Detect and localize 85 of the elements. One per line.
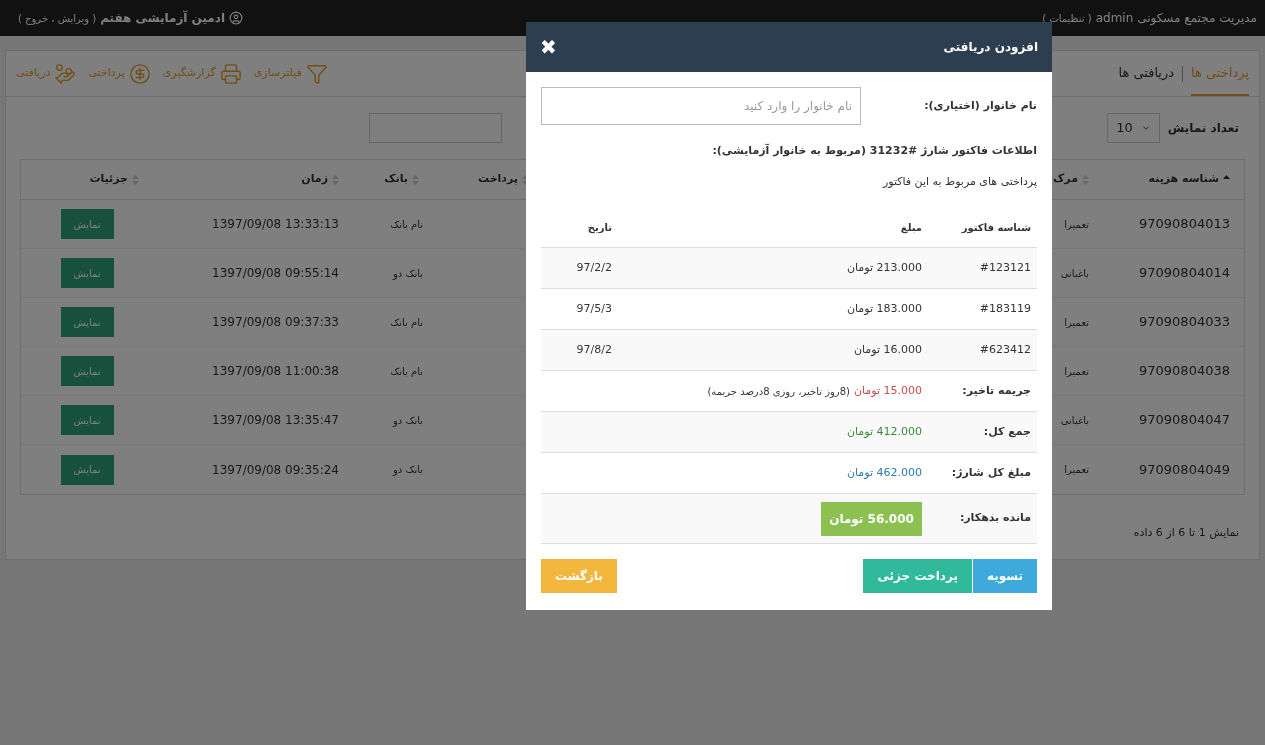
column-header[interactable]: شناسه هزینه: [1148, 171, 1219, 188]
show-button[interactable]: نمایش: [60, 258, 114, 288]
table-cell: تعمیرا: [1064, 316, 1089, 328]
table-cell: تعمیرا: [1064, 218, 1089, 230]
modal-title: افزودن دریافتی: [943, 39, 1038, 56]
toolbar-button[interactable]: پرداختی: [88, 62, 151, 85]
table-cell: نام بانک: [390, 365, 423, 377]
column-header[interactable]: پرداخت: [478, 171, 518, 188]
user-links[interactable]: ( ویرایش ، خروج ): [18, 10, 97, 26]
column-header[interactable]: زمان: [301, 171, 328, 188]
tab[interactable]: پرداختی ها: [1191, 51, 1249, 96]
table-cell: 11:00:38 1397/09/08: [212, 364, 339, 378]
table-cell: بانک دو: [392, 267, 423, 279]
app-title: مدیریت مجتمع مسکونی admin: [1095, 10, 1257, 27]
column-header[interactable]: جزئیات: [89, 171, 128, 188]
hand-coins-icon: [54, 62, 77, 85]
summary-amount: 15.000 تومان: [853, 382, 922, 399]
dollar-circle-icon: [128, 62, 151, 85]
summary-label: جمع کل:: [983, 424, 1031, 438]
column-header[interactable]: مرک: [1053, 171, 1078, 188]
toolbar-button[interactable]: دریافتی: [16, 62, 77, 85]
summary-label: جریمه تاخیر:: [962, 383, 1031, 397]
table-cell: 97090804013: [1139, 216, 1230, 232]
table-cell: 13:35:47 1397/09/08: [212, 413, 339, 427]
table-info: نمایش 1 تا 6 از 6 داده: [1133, 526, 1239, 539]
table-cell: نام بانک: [390, 316, 423, 328]
table-cell: 16.000 تومان: [853, 342, 922, 356]
table-cell: 97090804033: [1139, 314, 1230, 330]
tab[interactable]: دریافتی ها: [1118, 51, 1175, 96]
dialog-button[interactable]: بازگشت: [541, 559, 617, 593]
summary-amount: 462.000 تومان: [846, 464, 922, 481]
show-button[interactable]: نمایش: [60, 405, 114, 435]
table-cell: 09:35:24 1397/09/08: [212, 462, 339, 477]
field-label: نام خانوار (اختیاری):: [924, 97, 1037, 114]
column-header: تاریخ: [587, 222, 612, 233]
table-cell: 97090804049: [1139, 461, 1230, 477]
toolbar-button[interactable]: فیلترسازی: [253, 62, 328, 85]
table-cell: باغبانی: [1060, 267, 1089, 279]
funnel-icon: [305, 62, 328, 85]
printer-icon: [219, 62, 242, 85]
table-cell: 09:37:33 1397/09/08: [212, 315, 339, 329]
table-cell: 13:33:13 1397/09/08: [212, 217, 339, 231]
table-cell: بانک دو: [392, 414, 423, 426]
household-name-field[interactable]: نام خانوار را وارد کنید: [541, 87, 861, 125]
close-button[interactable]: ✖: [540, 37, 557, 57]
page-size-label: تعداد نمایش: [1167, 120, 1239, 137]
show-button[interactable]: نمایش: [60, 307, 114, 337]
table-cell: 213.000 تومان: [846, 260, 922, 274]
table-cell: #623412: [979, 342, 1031, 356]
invoice-heading: اطلاعات فاکتور شارژ #31232 (مربوط به خانوار آزمایشی):: [712, 144, 1037, 157]
column-header: شناسه فاکتور: [961, 222, 1031, 233]
table-cell: #123121: [979, 260, 1031, 274]
column-header[interactable]: بانک: [384, 171, 408, 188]
show-button[interactable]: نمایش: [60, 209, 114, 239]
table-cell: تعمیرا: [1064, 464, 1089, 475]
table-cell: تعمیرا: [1064, 365, 1089, 377]
caret-icon: [1140, 123, 1151, 133]
table-cell: 09:55:14 1397/09/08: [212, 266, 339, 280]
balance-badge: 56.000 تومان: [821, 501, 922, 536]
table-cell: 97/8/2: [576, 342, 612, 356]
table-cell: 97/2/2: [576, 260, 612, 274]
table-cell: بانک دو: [392, 464, 423, 475]
payments-heading: پرداختی های مربوط به این فاکتور: [882, 174, 1037, 188]
penalty-note: (8روز تاخیر، روزی 8درصد جریمه): [707, 384, 850, 399]
search-field[interactable]: [369, 113, 502, 143]
show-button[interactable]: نمایش: [60, 356, 114, 386]
summary-label: مانده بدهکار:: [959, 511, 1031, 525]
user-icon: [229, 11, 243, 25]
page-size-select[interactable]: 10: [1107, 113, 1160, 143]
table-cell: 183.000 تومان: [846, 301, 922, 315]
show-button[interactable]: نمایش: [60, 454, 114, 485]
user-name: ادمین آزمایشی هفتم: [100, 9, 225, 27]
table-cell: #183119: [979, 301, 1031, 315]
summary-label: مبلغ کل شارژ:: [951, 465, 1031, 479]
column-header: مبلغ: [900, 222, 922, 233]
toolbar-button[interactable]: گزارشگیری: [162, 62, 242, 85]
table-cell: 97090804047: [1139, 412, 1230, 428]
table-cell: 97/5/3: [576, 301, 612, 315]
summary-amount: 412.000 تومان: [846, 423, 922, 440]
dialog-button[interactable]: تسویه: [972, 559, 1037, 593]
table-cell: نام بانک: [390, 218, 423, 230]
table-cell: 97090804014: [1139, 265, 1230, 281]
table-cell: باغبانی: [1060, 414, 1089, 426]
table-cell: 97090804038: [1139, 363, 1230, 379]
dialog-button[interactable]: پرداخت جزئی: [863, 559, 972, 593]
